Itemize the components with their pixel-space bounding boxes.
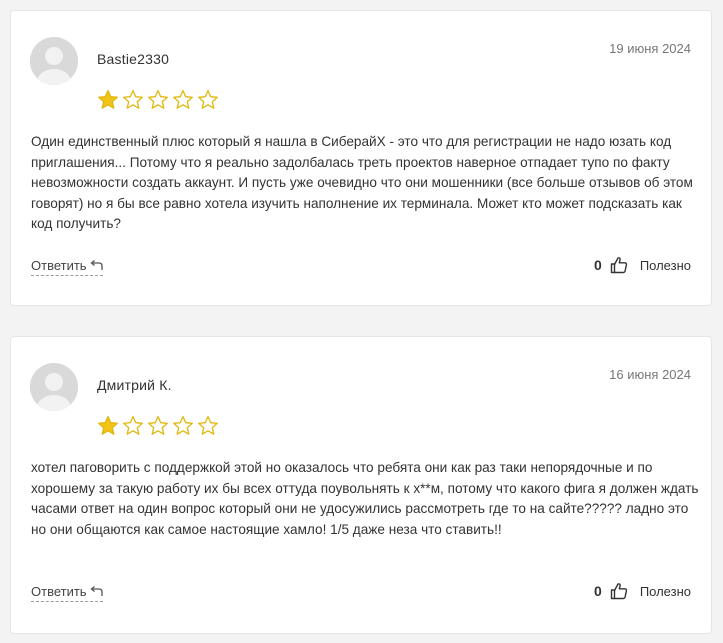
review-date: 16 июня 2024	[609, 367, 691, 382]
star-empty-icon	[198, 415, 218, 435]
user-avatar-icon	[30, 37, 78, 85]
reply-arrow-icon	[90, 586, 103, 596]
star-empty-icon	[198, 89, 218, 109]
star-empty-icon	[173, 415, 193, 435]
reply-button[interactable]: Ответить	[31, 584, 103, 602]
star-empty-icon	[148, 89, 168, 109]
helpful-count: 0	[594, 583, 602, 599]
thumbs-up-icon[interactable]	[610, 256, 628, 274]
avatar	[30, 37, 78, 85]
review-card: Bastie2330 19 июня 2024 Один единственны…	[10, 10, 712, 306]
helpful-section: 0 Полезно	[594, 256, 691, 274]
user-avatar-icon	[30, 363, 78, 411]
review-card: Дмитрий К. 16 июня 2024 хотел паговорить…	[10, 336, 712, 634]
star-empty-icon	[148, 415, 168, 435]
helpful-button[interactable]: Полезно	[640, 258, 691, 273]
star-empty-icon	[173, 89, 193, 109]
review-date: 19 июня 2024	[609, 41, 691, 56]
reply-label: Ответить	[31, 258, 87, 273]
review-author: Дмитрий К.	[97, 377, 172, 393]
review-text: Один единственный плюс который я нашла в…	[31, 134, 693, 231]
helpful-button[interactable]: Полезно	[640, 584, 691, 599]
thumbs-up-icon[interactable]	[610, 582, 628, 600]
rating-stars	[97, 415, 219, 437]
reply-button[interactable]: Ответить	[31, 258, 103, 276]
reply-arrow-icon	[90, 260, 103, 270]
avatar	[30, 363, 78, 411]
review-author: Bastie2330	[97, 51, 170, 67]
star-empty-icon	[123, 415, 143, 435]
reply-label: Ответить	[31, 584, 87, 599]
helpful-count: 0	[594, 257, 602, 273]
rating-stars	[97, 89, 219, 111]
star-filled-icon	[98, 89, 118, 109]
star-empty-icon	[123, 89, 143, 109]
helpful-section: 0 Полезно	[594, 582, 691, 600]
star-filled-icon	[98, 415, 118, 435]
review-text: хотел паговорить с поддержкой этой но ок…	[31, 460, 699, 537]
